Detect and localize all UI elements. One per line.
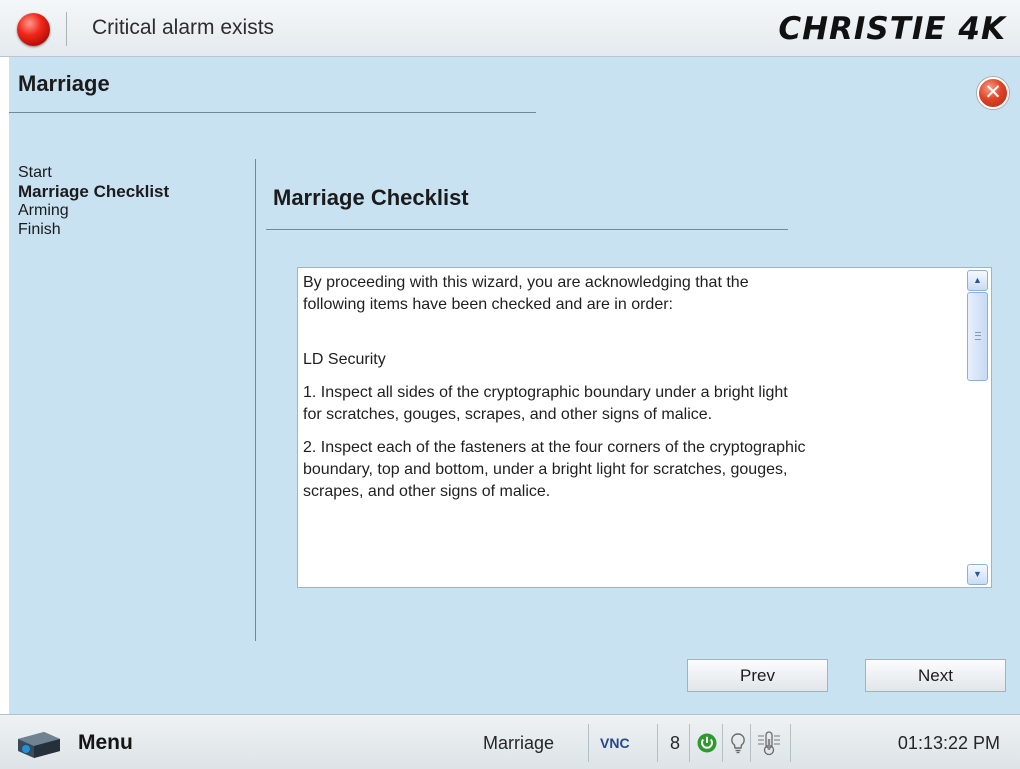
- menu-button[interactable]: Menu: [14, 725, 164, 761]
- alarm-divider: [66, 12, 67, 46]
- scroll-down-arrow-icon: ▼: [973, 569, 982, 579]
- close-icon: ✕: [984, 80, 1002, 104]
- checklist-item-2: 2. Inspect each of the fasteners at the …: [303, 439, 806, 500]
- checklist-item-1: 1. Inspect all sides of the cryptographi…: [303, 384, 788, 423]
- page-title-divider: [266, 229, 788, 230]
- status-count[interactable]: 8: [670, 733, 680, 754]
- thermometer-icon[interactable]: [755, 730, 783, 756]
- step-arming[interactable]: Arming: [18, 201, 169, 220]
- status-divider: [750, 724, 751, 762]
- checklist-intro: By proceeding with this wizard, you are …: [303, 274, 749, 313]
- status-clock: 01:13:22 PM: [897, 733, 1000, 753]
- checklist-text: By proceeding with this wizard, you are …: [298, 268, 966, 587]
- checklist-heading: LD Security: [303, 351, 386, 368]
- vertical-scrollbar[interactable]: ▲ ▼: [967, 270, 988, 585]
- page-title: Marriage Checklist: [273, 185, 469, 210]
- scroll-up-arrow-icon: ▲: [973, 275, 982, 285]
- status-divider: [790, 724, 791, 762]
- scroll-thumb[interactable]: [967, 292, 988, 381]
- title-divider: [9, 112, 536, 113]
- step-marriage-checklist[interactable]: Marriage Checklist: [18, 182, 169, 201]
- step-start[interactable]: Start: [18, 163, 169, 182]
- status-divider: [657, 724, 658, 762]
- scroll-down-button[interactable]: ▼: [967, 564, 988, 585]
- prev-button[interactable]: Prev: [687, 659, 828, 692]
- wizard-steps: Start Marriage Checklist Arming Finish: [18, 163, 169, 239]
- menu-label: Menu: [78, 731, 133, 754]
- next-button[interactable]: Next: [865, 659, 1006, 692]
- status-divider: [689, 724, 690, 762]
- alarm-led-icon[interactable]: [17, 13, 50, 46]
- status-mode: Marriage: [483, 733, 555, 753]
- alarm-message[interactable]: Critical alarm exists: [92, 16, 274, 40]
- brand-logo: CHRISTIE 4K: [778, 11, 1006, 47]
- steps-divider: [255, 159, 256, 641]
- scroll-grip-icon: [975, 332, 981, 340]
- wizard-title: Marriage: [18, 71, 110, 96]
- close-button[interactable]: ✕: [977, 77, 1009, 109]
- alarm-bar: Critical alarm exists CHRISTIE 4K: [0, 0, 1020, 57]
- lightbulb-icon[interactable]: [730, 732, 746, 754]
- scroll-up-button[interactable]: ▲: [967, 270, 988, 291]
- status-divider: [722, 724, 723, 762]
- wizard-panel: Marriage ✕ Start Marriage Checklist Armi…: [9, 57, 1020, 714]
- power-icon[interactable]: [697, 733, 717, 753]
- checklist-textbox[interactable]: By proceeding with this wizard, you are …: [297, 267, 992, 588]
- step-finish[interactable]: Finish: [18, 220, 169, 239]
- status-bar: Menu Marriage VNC 8 01:13:22 PM: [0, 714, 1020, 769]
- status-divider: [588, 724, 589, 762]
- projector-icon: [18, 732, 60, 758]
- vnc-indicator[interactable]: VNC: [600, 735, 630, 751]
